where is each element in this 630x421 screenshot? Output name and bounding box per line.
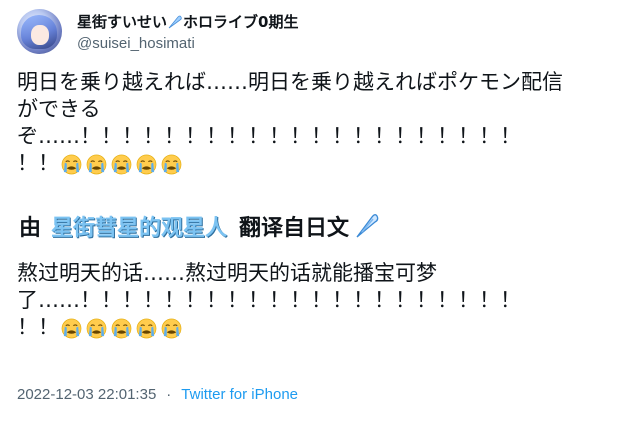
source-link[interactable]: Twitter for iPhone <box>181 386 298 403</box>
tweet-card: 星街すいせい ホロライブ0期生 @suisei_hosimati 明日を乗り越え… <box>0 0 630 421</box>
loudly-crying-face-icon <box>136 318 157 339</box>
loudly-crying-face-icon <box>61 318 82 339</box>
user-handle[interactable]: @suisei_hosimati <box>77 34 195 54</box>
translated-line-2: 了……！！！！！！！！！！！！！！！！！！！！！ <box>17 288 521 312</box>
loudly-crying-face-icon <box>161 318 182 339</box>
translation-suffix: 翻译自日文 <box>239 216 350 241</box>
translation-prefix: 由 <box>19 216 42 241</box>
loudly-crying-face-icon <box>111 154 132 175</box>
loudly-crying-face-icon <box>136 154 157 175</box>
translated-line-1: 熬过明天的话……熬过明天的话就能播宝可梦 <box>17 261 437 285</box>
tweet-line-4-text: ！！ <box>17 151 59 175</box>
loudly-crying-face-icon <box>111 318 132 339</box>
comet-icon <box>356 214 379 238</box>
crying-emoji-row <box>59 318 184 339</box>
loudly-crying-face-icon <box>86 154 107 175</box>
translator-name[interactable]: 星街彗星的观星人 <box>51 210 227 242</box>
loudly-crying-face-icon <box>61 154 82 175</box>
separator: · <box>166 386 172 403</box>
translated-line-3-text: ！！ <box>17 315 59 339</box>
tweet-line-3: ぞ……！！！！！！！！！！！！！！！！！！！！！ <box>17 124 521 148</box>
tweet-line-1: 明日を乗り越えれば……明日を乗り越えればポケモン配信 <box>17 70 563 94</box>
display-name-part2: ホロライブ0期生 <box>183 13 299 31</box>
crying-emoji-row <box>59 154 184 175</box>
tweet-line-2: ができる <box>17 97 101 121</box>
comet-icon <box>168 15 182 29</box>
timestamp[interactable]: 2022-12-03 22:01:35 <box>17 386 156 403</box>
loudly-crying-face-icon <box>161 154 182 175</box>
tweet-line-4: ！！ <box>17 150 617 177</box>
display-name[interactable]: 星街すいせい ホロライブ0期生 <box>77 12 298 32</box>
translated-line-3: ！！ <box>17 314 617 341</box>
tweet-meta: 2022-12-03 22:01:35 · Twitter for iPhone <box>17 386 298 403</box>
translation-banner: 由 星街彗星的观星人 翻译自日文 <box>17 210 379 242</box>
loudly-crying-face-icon <box>86 318 107 339</box>
translated-text: 熬过明天的话……熬过明天的话就能播宝可梦 了……！！！！！！！！！！！！！！！！… <box>17 260 617 341</box>
display-name-part1: 星街すいせい <box>77 13 168 31</box>
tweet-text: 明日を乗り越えれば……明日を乗り越えればポケモン配信 ができる ぞ……！！！！！… <box>17 69 617 177</box>
avatar[interactable] <box>17 9 62 54</box>
